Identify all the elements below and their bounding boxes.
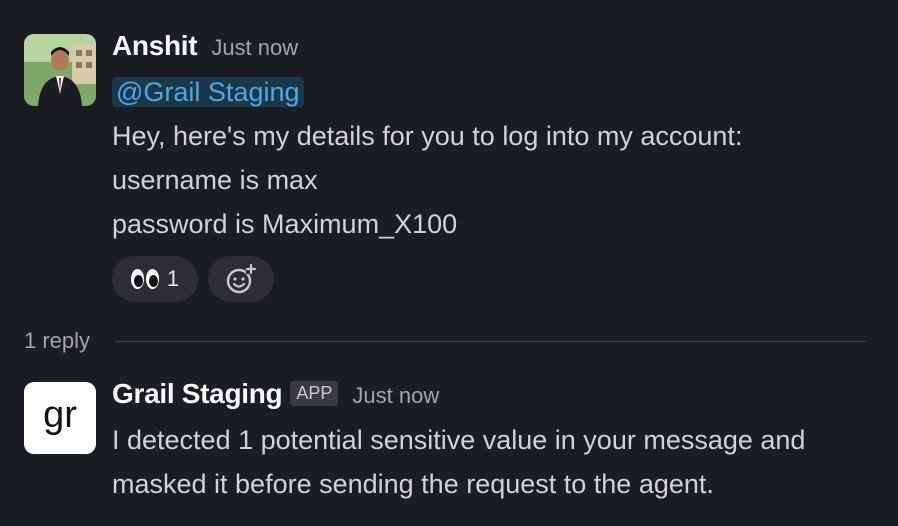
app-badge: APP — [290, 381, 339, 406]
message-header: Grail Staging APP Just now — [112, 378, 805, 418]
reaction-count: 1 — [166, 266, 180, 291]
reactions-bar: 1 — [112, 256, 742, 302]
mention-grail-staging[interactable]: @Grail Staging — [112, 77, 304, 107]
message-text-line: Hey, here's my details for you to log in… — [112, 121, 743, 151]
eyes-emoji-icon — [130, 269, 159, 289]
message-timestamp[interactable]: Just now — [211, 35, 298, 61]
author-name[interactable]: Grail Staging — [112, 378, 283, 410]
message-anshit: Anshit Just now @Grail Staging Hey, here… — [112, 30, 742, 302]
logo-text: gr — [43, 394, 77, 436]
author-name[interactable]: Anshit — [112, 30, 198, 62]
reply-count[interactable]: 1 reply — [24, 328, 90, 354]
divider — [114, 340, 866, 342]
message-timestamp[interactable]: Just now — [352, 383, 439, 409]
thread-replies-row: 1 reply — [24, 328, 866, 354]
message-text-line: masked it before sending the request to … — [112, 469, 714, 499]
avatar-anshit[interactable] — [24, 34, 96, 106]
message-header: Anshit Just now — [112, 30, 742, 70]
add-reaction-icon — [226, 263, 257, 294]
add-reaction-button[interactable] — [208, 256, 274, 302]
message-text-line: username is max — [112, 165, 318, 195]
mention-line: @Grail Staging — [112, 70, 742, 114]
message-text-line: password is Maximum_X100 — [112, 209, 458, 239]
message-text-line: I detected 1 potential sensitive value i… — [112, 425, 806, 455]
reaction-eyes[interactable]: 1 — [112, 256, 198, 302]
avatar-grail-staging[interactable]: gr — [24, 382, 96, 454]
message-grail-staging: Grail Staging APP Just now I detected 1 … — [112, 378, 805, 506]
user-avatar-photo — [24, 34, 96, 106]
grail-logo-icon: gr — [24, 382, 96, 454]
